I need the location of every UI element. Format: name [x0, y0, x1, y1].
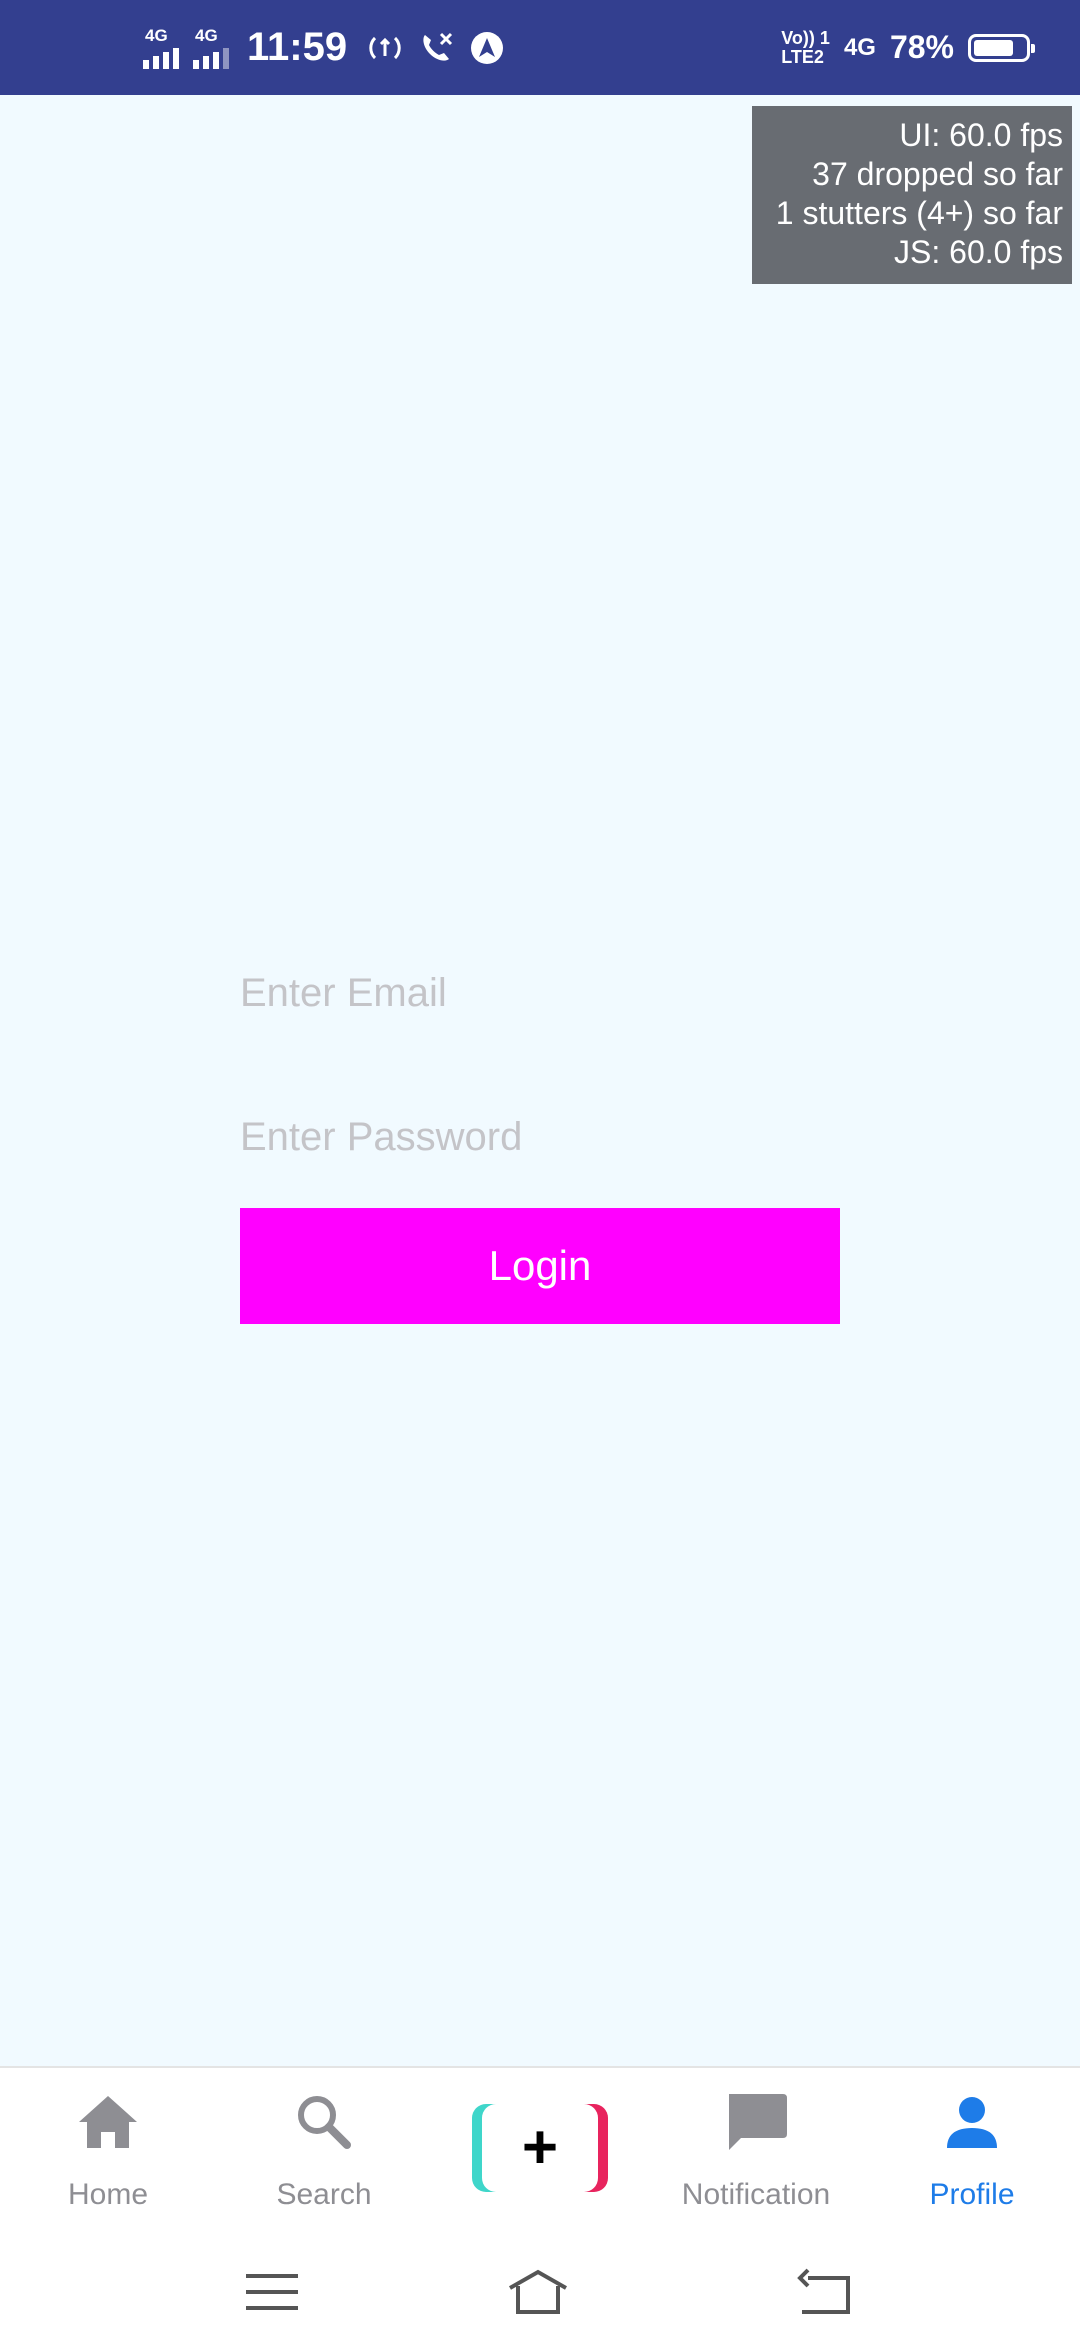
- dropped-frames-text: 37 dropped so far: [812, 156, 1063, 192]
- navigation-icon: [471, 31, 504, 64]
- tab-home[interactable]: Home: [0, 2068, 216, 2246]
- volte-label: Vo)) 1: [781, 27, 830, 48]
- status-bar-left: 4G 4G 11:59: [143, 0, 505, 95]
- status-bar-right: Vo)) 1 LTE2 4G 78%: [781, 0, 1035, 95]
- email-input[interactable]: [240, 958, 840, 1028]
- perf-monitor-overlay[interactable]: UI: 60.0 fps 37 dropped so far 1 stutter…: [752, 106, 1072, 284]
- tab-label: Search: [276, 2178, 372, 2211]
- bottom-tab-bar: Home Search + Notification Profile: [0, 2066, 1080, 2246]
- lte-label: LTE2: [781, 46, 824, 67]
- add-button[interactable]: +: [472, 2104, 608, 2192]
- network-type-label: 4G: [195, 25, 218, 45]
- password-input[interactable]: [240, 1102, 840, 1172]
- js-fps-text: JS: 60.0 fps: [894, 234, 1063, 270]
- signal-icon: 4G: [193, 27, 229, 69]
- signal-icon: 4G: [143, 27, 179, 69]
- menu-icon[interactable]: [240, 2264, 304, 2320]
- battery-icon: [968, 33, 1035, 62]
- system-nav-bar: [0, 2244, 1080, 2340]
- status-bar: 4G 4G 11:59 Vo)) 1 LTE2 4G 78%: [0, 0, 1080, 95]
- home-outline-icon[interactable]: [506, 2264, 570, 2320]
- stutters-text: 1 stutters (4+) so far: [775, 195, 1063, 231]
- volte-indicator: Vo)) 1 LTE2: [781, 27, 830, 67]
- ui-fps-text: UI: 60.0 fps: [899, 117, 1063, 153]
- home-icon: [79, 2096, 137, 2148]
- network-type-label: 4G: [145, 25, 168, 45]
- chat-bubble-icon: [729, 2094, 787, 2150]
- tab-search[interactable]: Search: [216, 2068, 432, 2246]
- add-icon: +: [521, 2113, 559, 2182]
- wifi-calling-icon: [423, 32, 453, 61]
- login-button[interactable]: Login: [240, 1208, 840, 1324]
- tab-label: Notification: [681, 2178, 831, 2211]
- tab-notification[interactable]: Notification: [648, 2068, 864, 2246]
- hotspot-icon: [369, 36, 401, 59]
- battery-percentage: 78%: [889, 29, 954, 65]
- clock: 11:59: [247, 25, 348, 69]
- tab-label: Home: [67, 2178, 149, 2211]
- tab-profile[interactable]: Profile: [864, 2068, 1080, 2246]
- back-icon[interactable]: [792, 2264, 856, 2320]
- network-type-label: 4G: [843, 33, 876, 61]
- person-icon: [947, 2097, 997, 2148]
- tab-label: Profile: [929, 2178, 1015, 2211]
- search-icon: [298, 2096, 351, 2149]
